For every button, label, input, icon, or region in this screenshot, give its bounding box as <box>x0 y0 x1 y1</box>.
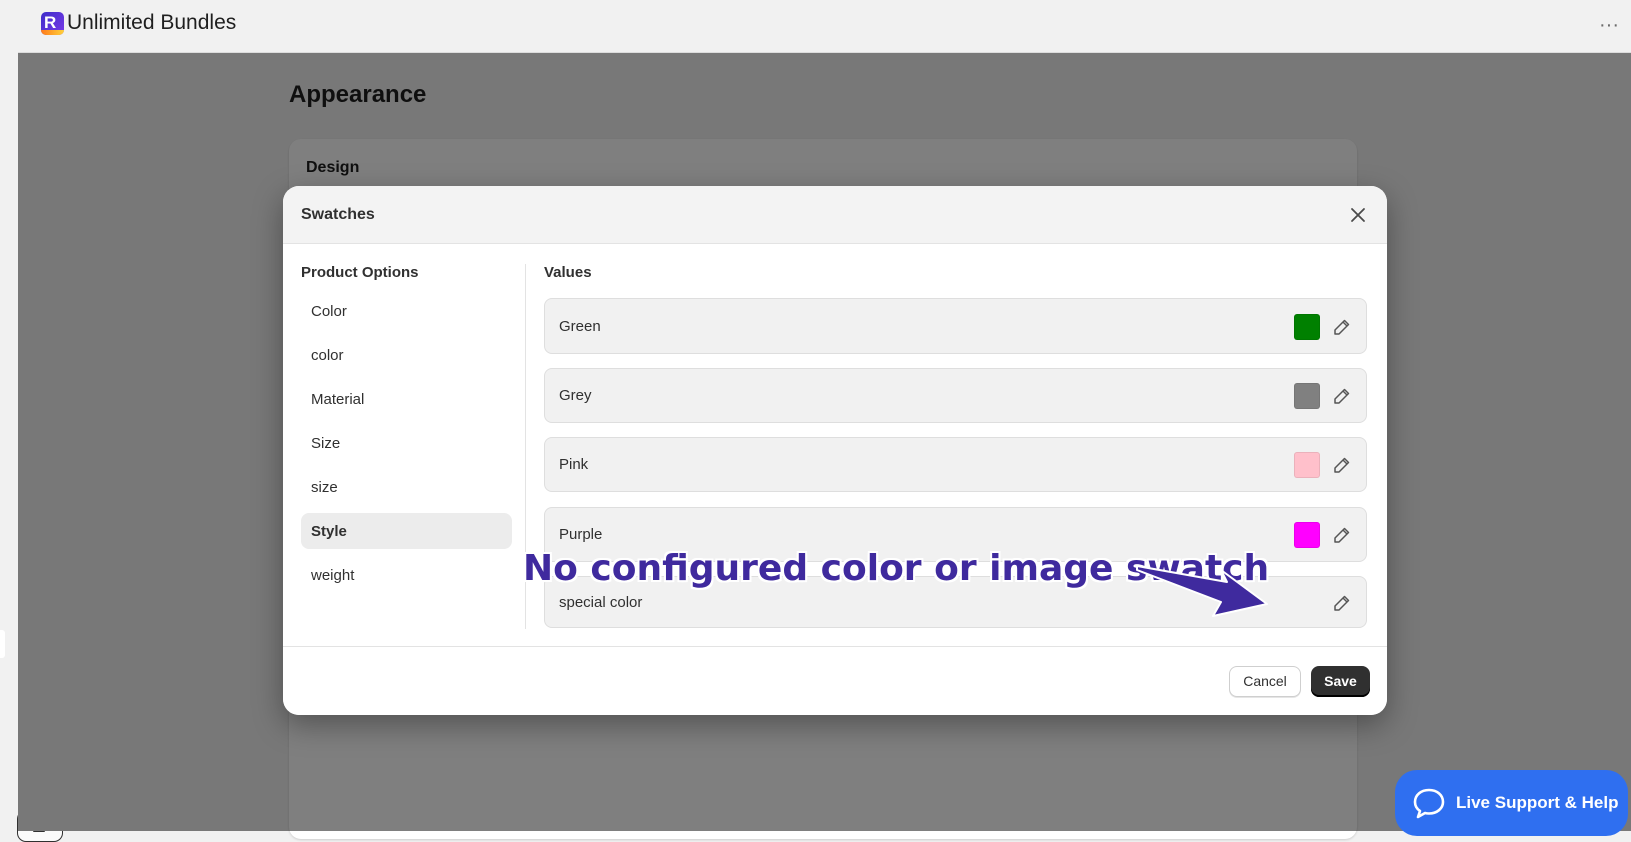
more-horizontal-icon[interactable]: ··· <box>1599 14 1619 37</box>
option-label: weight <box>311 567 355 584</box>
option-label: Style <box>311 523 347 540</box>
swatches-modal: Swatches Product Options Color color Mat… <box>283 186 1387 715</box>
option-item-material[interactable]: Material <box>301 381 512 417</box>
pencil-icon[interactable] <box>1332 455 1352 475</box>
option-label: Material <box>311 391 365 408</box>
pencil-icon[interactable] <box>1332 525 1352 545</box>
pencil-icon[interactable] <box>1332 317 1352 337</box>
option-item-style[interactable]: Style <box>301 513 512 549</box>
option-item-size[interactable]: Size <box>301 425 512 461</box>
option-label: Color <box>311 303 347 320</box>
color-swatch <box>1294 522 1320 548</box>
option-item-color-lower[interactable]: color <box>301 337 512 373</box>
value-label: special color <box>559 594 643 611</box>
pencil-icon[interactable] <box>1332 593 1352 613</box>
product-options-heading: Product Options <box>301 264 419 281</box>
value-row-green: Green <box>544 298 1367 354</box>
value-label: Purple <box>559 526 603 543</box>
live-support-button[interactable]: Live Support & Help <box>1395 770 1628 836</box>
close-icon[interactable] <box>1345 202 1371 228</box>
cancel-button[interactable]: Cancel <box>1229 666 1301 697</box>
pencil-icon[interactable] <box>1332 386 1352 406</box>
option-item-weight[interactable]: weight <box>301 557 512 593</box>
option-label: Size <box>311 435 341 452</box>
annotation-arrow-icon <box>1136 565 1268 617</box>
option-item-color[interactable]: Color <box>301 293 512 329</box>
value-label: Grey <box>559 387 592 404</box>
value-row-grey: Grey <box>544 368 1367 423</box>
save-button[interactable]: Save <box>1311 666 1370 697</box>
modal-title: Swatches <box>301 206 375 223</box>
live-support-label: Live Support & Help <box>1456 793 1619 812</box>
app-header: R Unlimited Bundles ··· <box>18 0 1631 53</box>
color-swatch <box>1294 314 1320 340</box>
value-label: Green <box>559 318 601 335</box>
color-swatch <box>1294 383 1320 409</box>
app-title: Unlimited Bundles <box>67 11 237 34</box>
app-logo-icon: R <box>41 12 64 35</box>
left-edge-strip <box>0 0 18 831</box>
option-item-size-lower[interactable]: size <box>301 469 512 505</box>
modal-header: Swatches <box>283 186 1387 244</box>
option-label: size <box>311 479 338 496</box>
option-label: color <box>311 347 344 364</box>
value-label: Pink <box>559 456 589 473</box>
modal-footer: Cancel Save <box>283 646 1387 715</box>
values-heading: Values <box>544 264 592 281</box>
chat-bubble-icon <box>1413 788 1445 819</box>
left-edge-tab[interactable] <box>0 630 5 658</box>
value-row-pink: Pink <box>544 437 1367 492</box>
color-swatch <box>1294 452 1320 478</box>
